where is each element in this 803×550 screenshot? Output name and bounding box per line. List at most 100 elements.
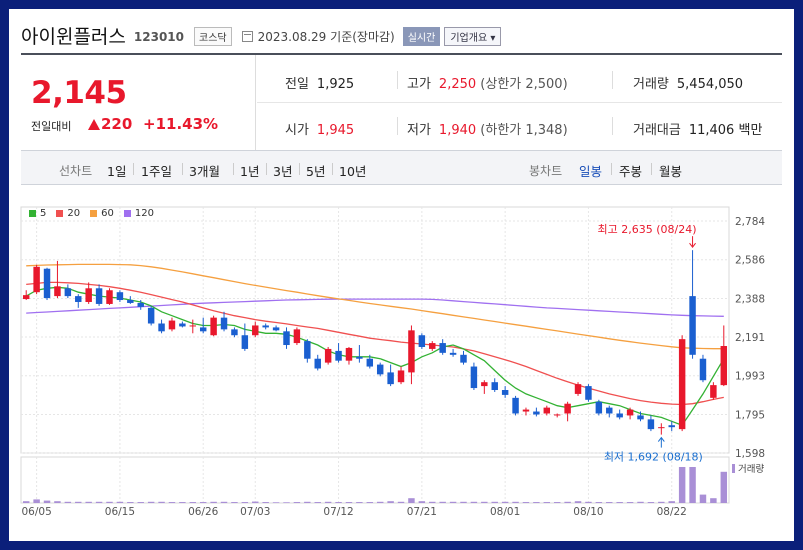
volume-bar: [418, 501, 426, 503]
volume-bar: [689, 467, 696, 503]
x-tick-label: 08/22: [657, 506, 687, 518]
x-tick-label: 06/05: [21, 506, 51, 518]
low-annotation: 최저 1,692 (08/18): [604, 451, 703, 464]
candle-body: [429, 343, 436, 349]
candle-body: [647, 419, 655, 430]
candle-body: [356, 356, 363, 359]
chart-axes: 1,598 1,795 1,993 2,191 2,388 2,586 2,784 06/05…: [21, 216, 765, 518]
volume-bar: [43, 500, 51, 503]
candle-body: [252, 325, 259, 336]
candle-body: [720, 345, 728, 386]
volume-bar: [637, 501, 644, 503]
candle-body: [116, 292, 124, 301]
candle-body: [626, 409, 634, 416]
volume-bar: [158, 501, 165, 503]
volume-bar: [127, 502, 134, 503]
volume-bar: [429, 501, 436, 503]
candle-body: [522, 409, 530, 412]
moving-averages: [25, 263, 725, 426]
y-tick-label: 2,586: [735, 255, 765, 267]
volume-bar: [460, 501, 467, 503]
ma5-line: [25, 286, 725, 426]
price-chart: 거래량 1,598 1,795 1,993 2,191 2,388 2,586 2,784 0…: [20, 206, 765, 518]
volume-bar: [272, 502, 280, 503]
candle-body: [366, 358, 374, 367]
volume-bar: [210, 501, 217, 503]
candle-body: [168, 320, 176, 330]
volume-bar: [553, 502, 561, 503]
candle-body: [43, 268, 51, 299]
volume-bar: [678, 467, 686, 503]
volume-bar: [137, 502, 144, 503]
candle-body: [262, 325, 269, 328]
volume-bar: [33, 499, 40, 503]
candle-body: [460, 354, 467, 363]
candle-body: [210, 317, 217, 336]
candle-body: [199, 327, 207, 332]
y-tick-label: 2,191: [735, 332, 765, 344]
volume-bar: [147, 501, 155, 503]
volume-frame: [20, 456, 730, 504]
y-tick-label: 1,598: [735, 448, 765, 460]
volume-bar: [585, 501, 592, 503]
candle-body: [637, 415, 644, 420]
volume-bar: [304, 501, 311, 503]
candle-body: [595, 401, 603, 414]
y-tick-label: 2,388: [735, 293, 765, 305]
volume-bar: [324, 501, 332, 503]
x-tick-label: 08/10: [573, 506, 603, 518]
volume-bar: [397, 501, 405, 503]
candle-body: [64, 288, 72, 297]
volume-bar: [699, 494, 707, 503]
candle-body: [283, 331, 290, 346]
volume-bar: [481, 501, 488, 503]
candle-body: [293, 329, 301, 344]
candle-body: [533, 411, 540, 415]
volume-bar: [616, 502, 623, 503]
y-tick-label: 1,795: [735, 409, 765, 421]
ma60-line: [26, 263, 724, 350]
candle-body: [668, 425, 675, 428]
candle-body: [22, 295, 30, 300]
candle-body: [345, 347, 353, 361]
candle-body: [397, 370, 405, 383]
volume-bar: [512, 501, 519, 503]
candle-body: [699, 358, 707, 381]
volume-bar: [241, 502, 249, 503]
x-tick-label: 08/01: [490, 506, 520, 518]
candle-body: [689, 296, 696, 355]
volume-bar: [95, 501, 103, 503]
candle-body: [75, 296, 82, 302]
candle-body: [304, 341, 311, 359]
volume-bar: [626, 502, 634, 503]
volume-bar: [262, 502, 269, 503]
volume-bar: [366, 502, 374, 503]
volume-bar: [231, 502, 238, 503]
candle-body: [189, 325, 197, 327]
volume-bar: [501, 501, 509, 503]
candle-body: [85, 288, 92, 302]
volume-bar: [75, 501, 82, 503]
candle-body: [616, 413, 623, 418]
x-tick-label: 07/12: [323, 506, 353, 518]
volume-bar: [314, 502, 321, 503]
volume-bar: [199, 502, 207, 503]
volume-bar: [647, 502, 655, 503]
volume-bar: [106, 501, 113, 503]
volume-bar: [387, 501, 394, 503]
candle-body: [147, 307, 155, 324]
volume-bar: [189, 502, 197, 503]
candle-body: [272, 327, 280, 331]
candle-body: [33, 266, 40, 293]
candle-body: [439, 343, 446, 353]
candle-body: [106, 290, 113, 304]
candle-body: [553, 414, 561, 416]
volume-bar: [408, 498, 415, 503]
candle-body: [158, 323, 165, 332]
candle-body: [127, 300, 134, 303]
candle-body: [179, 323, 186, 327]
volume-bar: [85, 501, 92, 503]
volume-bar: [543, 502, 551, 503]
candle-body: [231, 329, 238, 336]
volume-bar: [168, 502, 176, 503]
